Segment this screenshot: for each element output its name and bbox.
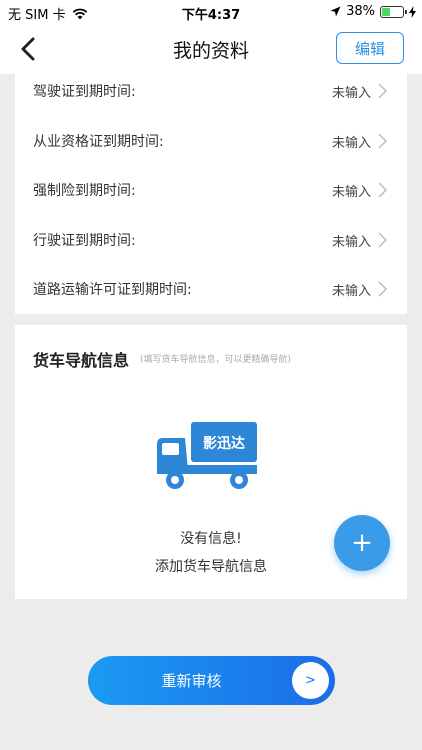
edit-button[interactable]: 编辑 <box>336 32 404 64</box>
chevron-right-icon <box>378 182 388 198</box>
field-row-road-transport-permit[interactable]: 道路运输许可证到期时间: 未输入 <box>15 264 407 314</box>
section-hint: (填写货车导航信息，可以更精确导航) <box>140 355 292 365</box>
battery-icon <box>380 5 407 18</box>
battery-percent: 38% <box>346 4 375 19</box>
expiry-fields-card: 驾驶证到期时间: 未输入 从业资格证到期时间: 未输入 强制险到期时间: 未输入… <box>15 74 407 314</box>
location-arrow-icon <box>330 6 341 17</box>
charging-bolt-icon <box>409 5 416 18</box>
battery-fill <box>382 7 391 16</box>
chevron-right-icon <box>378 232 388 248</box>
field-label: 强制险到期时间: <box>33 183 136 199</box>
field-value: 未输入 <box>331 184 371 200</box>
status-right: 38% <box>330 4 416 19</box>
field-row-qualification[interactable]: 从业资格证到期时间: 未输入 <box>15 116 407 166</box>
chevron-right-icon <box>378 83 388 99</box>
resubmit-button[interactable]: 重新审核 > <box>88 656 335 705</box>
field-row-compulsory-insurance[interactable]: 强制险到期时间: 未输入 <box>15 165 407 215</box>
battery-tip <box>405 9 407 14</box>
nav-bar: 我的资料 编辑 <box>0 24 422 74</box>
chevron-right-icon <box>378 281 388 297</box>
field-value: 未输入 <box>331 85 371 101</box>
field-label: 行驶证到期时间: <box>33 233 136 249</box>
truck-brand-text: 影迅达 <box>203 435 245 452</box>
resubmit-label: 重新审核 <box>161 672 222 690</box>
arrow-right-icon: > <box>292 662 329 699</box>
field-row-driver-license[interactable]: 驾驶证到期时间: 未输入 <box>15 74 407 116</box>
status-bar: 无 SIM 卡 下午4:37 38% <box>0 0 422 24</box>
section-title: 货车导航信息 <box>33 351 130 370</box>
field-value: 未输入 <box>331 234 371 250</box>
field-label: 从业资格证到期时间: <box>33 134 164 150</box>
field-value: 未输入 <box>331 283 371 299</box>
field-label: 驾驶证到期时间: <box>33 84 136 100</box>
field-row-vehicle-license[interactable]: 行驶证到期时间: 未输入 <box>15 215 407 265</box>
truck-icon: 影迅达 <box>157 422 257 489</box>
add-button[interactable]: + <box>334 515 390 571</box>
chevron-right-icon <box>378 133 388 149</box>
field-value: 未输入 <box>331 135 371 151</box>
truck-nav-card: 货车导航信息 (填写货车导航信息，可以更精确导航) 影迅达 没有信息! 添加货车… <box>15 325 407 599</box>
field-label: 道路运输许可证到期时间: <box>33 282 192 298</box>
